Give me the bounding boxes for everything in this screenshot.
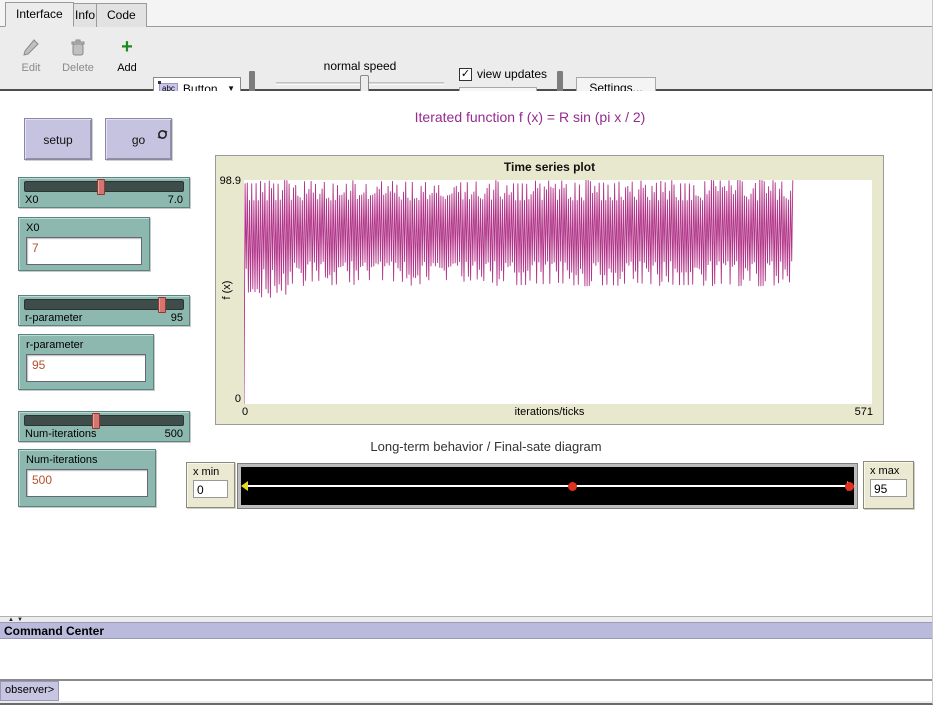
pencil-icon — [16, 37, 46, 59]
netlogo-window: Interface Info Code Edit Delete + Add ab… — [0, 0, 933, 705]
go-button[interactable]: go — [105, 118, 172, 160]
slider-x0[interactable]: X0 7.0 — [18, 177, 190, 208]
slider-num-iterations[interactable]: Num-iterations 500 — [18, 411, 190, 442]
toolbar: Edit Delete + Add abc Button ▼ normal sp… — [0, 27, 933, 91]
plot-canvas — [244, 180, 872, 404]
slider-r-label: r-parameter — [25, 312, 82, 324]
view-updates-checkbox[interactable]: ✓ — [459, 68, 472, 81]
command-center-header[interactable]: Command Center — [0, 622, 933, 639]
add-button[interactable]: + Add — [112, 37, 142, 74]
plus-icon: + — [112, 37, 142, 59]
slider-thumb[interactable] — [97, 179, 105, 195]
input-x-min: x min 0 — [186, 462, 235, 508]
model-title: Iterated function f (x) = R sin (pi x / … — [230, 109, 830, 125]
input-r-parameter: r-parameter 95 — [18, 334, 154, 390]
x-axis-max-tick: 571 — [855, 406, 873, 418]
speed-label: normal speed — [270, 59, 450, 73]
tab-code[interactable]: Code — [96, 3, 147, 27]
axis-line — [243, 485, 852, 487]
input-r-field[interactable]: 95 — [26, 354, 146, 382]
input-x-max: x max 95 — [863, 461, 914, 509]
world-view[interactable] — [238, 464, 857, 508]
input-num-field[interactable]: 500 — [26, 469, 148, 497]
speed-slider[interactable] — [276, 82, 444, 85]
view-updates-label: view updates — [477, 67, 547, 81]
slider-x0-label: X0 — [25, 194, 38, 206]
slider-track[interactable] — [24, 415, 184, 426]
command-input[interactable] — [59, 681, 933, 701]
axis-arrow-left-icon — [241, 481, 248, 491]
input-x0: X0 7 — [18, 217, 150, 271]
command-center-output[interactable] — [0, 639, 933, 681]
tab-interface[interactable]: Interface — [5, 2, 74, 27]
tab-bar: Interface Info Code — [0, 0, 933, 27]
time-series-line — [244, 180, 872, 404]
slider-num-value: 500 — [165, 428, 183, 440]
final-state-dot — [845, 482, 854, 491]
input-x0-label: X0 — [26, 222, 142, 234]
final-state-dot — [568, 482, 577, 491]
x-min-field[interactable]: 0 — [193, 480, 228, 498]
final-state-heading: Long-term behavior / Final-sate diagram — [186, 439, 786, 454]
x-min-label: x min — [193, 466, 228, 478]
y-axis-min-tick: 0 — [216, 393, 241, 405]
interface-canvas: setup go Iterated function f (x) = R sin… — [0, 91, 933, 617]
input-num-label: Num-iterations — [26, 454, 148, 466]
y-axis-max-tick: 98.9 — [216, 175, 241, 187]
edit-button[interactable]: Edit — [16, 37, 46, 74]
slider-num-label: Num-iterations — [25, 428, 97, 440]
slider-x0-value: 7.0 — [168, 194, 183, 206]
slider-r-value: 95 — [171, 312, 183, 324]
input-x0-field[interactable]: 7 — [26, 237, 142, 265]
edit-label: Edit — [22, 62, 41, 74]
slider-track[interactable] — [24, 181, 184, 192]
delete-label: Delete — [62, 62, 94, 74]
slider-track[interactable] — [24, 299, 184, 310]
slider-thumb[interactable] — [158, 297, 166, 313]
y-axis-label: f (x) — [221, 265, 233, 315]
input-r-label: r-parameter — [26, 339, 146, 351]
add-label: Add — [117, 62, 137, 74]
delete-button[interactable]: Delete — [60, 37, 96, 74]
x-max-field[interactable]: 95 — [870, 479, 907, 497]
slider-thumb[interactable] — [92, 413, 100, 429]
command-center-prompt-row: observer> — [0, 681, 933, 701]
x-axis-label: iterations/ticks — [216, 406, 883, 418]
input-num-iterations: Num-iterations 500 — [18, 449, 156, 507]
trash-icon — [60, 37, 96, 59]
setup-button[interactable]: setup — [24, 118, 92, 160]
x-max-label: x max — [870, 465, 907, 477]
slider-r-parameter[interactable]: r-parameter 95 — [18, 295, 190, 326]
observer-prompt[interactable]: observer> — [0, 681, 59, 701]
plot-title: Time series plot — [216, 160, 883, 174]
forever-icon — [157, 115, 168, 157]
time-series-plot: Time series plot 98.9 0 f (x) 0 iteratio… — [215, 155, 884, 425]
go-label: go — [132, 133, 145, 147]
